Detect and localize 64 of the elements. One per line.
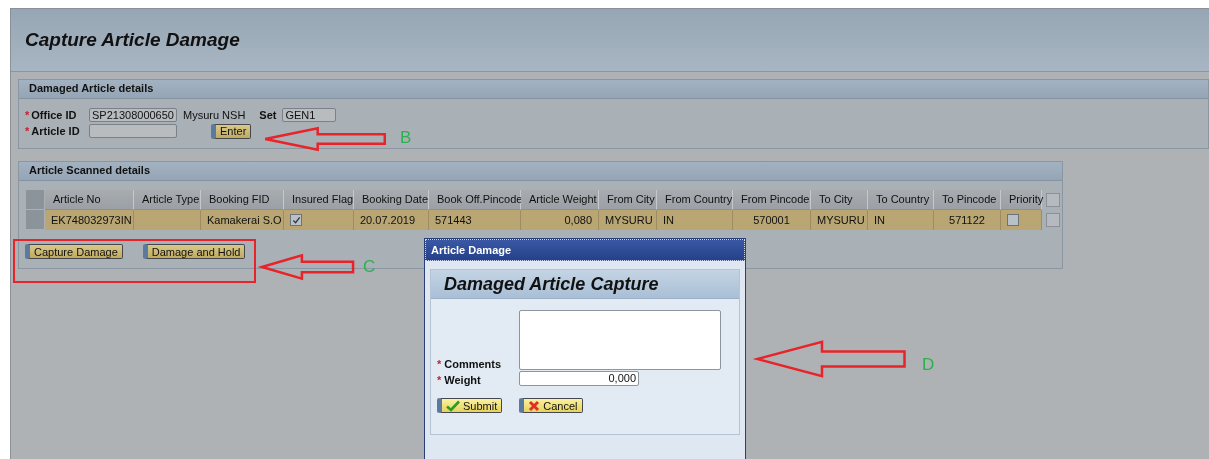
office-id-field[interactable]: SP21308000650 [89,108,177,122]
required-asterisk: * [25,125,30,137]
check-icon [446,399,460,412]
table-cell: IN [657,210,733,230]
table-cell: Kamakerai S.O [201,210,284,230]
close-icon [528,399,541,412]
arrow-icon [756,340,906,378]
column-header[interactable]: Booking Date [354,190,429,210]
checkbox[interactable] [290,214,302,226]
row-selector[interactable] [26,210,45,230]
annotation-label: D [922,355,935,375]
field-label: Weight [444,374,481,386]
cancel-button[interactable]: Cancel [519,398,583,413]
arrow-icon [264,127,386,151]
set-field[interactable]: GEN1 [282,108,337,122]
enter-button[interactable]: Enter [211,123,252,139]
column-header[interactable]: From Country [657,190,733,210]
checkbox[interactable] [1007,214,1019,226]
field-label: Comments [444,358,502,370]
field-label: Set [259,109,277,121]
column-header[interactable]: Booking FID [201,190,284,210]
column-header[interactable]: From City [599,190,657,210]
action-button[interactable]: Damage and Hold [142,244,246,259]
column-header[interactable]: Priority [1001,190,1042,210]
column-header[interactable]: Book Off.Pincode [429,190,521,210]
column-header[interactable]: Article Weight [521,190,599,210]
required-asterisk: * [25,109,30,121]
action-button[interactable]: Capture Damage [25,244,123,259]
field-label: Office ID [31,109,77,121]
office-name: Mysuru NSH [183,109,246,121]
table-cell: 20.07.2019 [354,210,429,230]
select-all-cell[interactable] [26,190,45,210]
table-cell: EK748032973IN [45,210,134,230]
column-header[interactable]: To City [811,190,868,210]
table-cell: IN [868,210,934,230]
required-asterisk: * [437,358,442,370]
required-asterisk: * [437,374,442,386]
annotation-label: B [400,128,412,148]
column-header[interactable]: To Country [868,190,934,210]
table-cell: MYSURU [811,210,868,230]
table-cell: MYSURU [599,210,657,230]
column-header[interactable]: Insured Flag [284,190,354,210]
table-cell: 571443 [429,210,521,230]
column-header[interactable]: Article No [45,190,134,210]
panel-title: Damaged Article details [29,82,154,94]
table-cell: 570001 [733,210,811,230]
page-title: Capture Article Damage [25,29,240,51]
column-header[interactable]: To Pincode [934,190,1001,210]
column-header[interactable]: From Pincode [733,190,811,210]
table-cell [134,210,201,230]
comments-field[interactable] [519,310,721,370]
submit-button[interactable]: Submit [437,398,503,413]
dialog-title: Article Damage [431,244,512,256]
table-cell: 571122 [934,210,1001,230]
dialog-heading: Damaged Article Capture [444,274,659,294]
panel-title: Article Scanned details [29,164,151,176]
weight-field[interactable]: 0,000 [519,371,639,386]
field-label: Article ID [31,125,80,137]
scroll-up-button[interactable] [1046,193,1060,207]
column-header[interactable]: Article Type [134,190,201,210]
table-cell: 0,080 [521,210,599,230]
article-id-field[interactable] [89,124,177,138]
annotation-label: C [363,257,376,277]
scroll-down-button[interactable] [1046,213,1060,227]
